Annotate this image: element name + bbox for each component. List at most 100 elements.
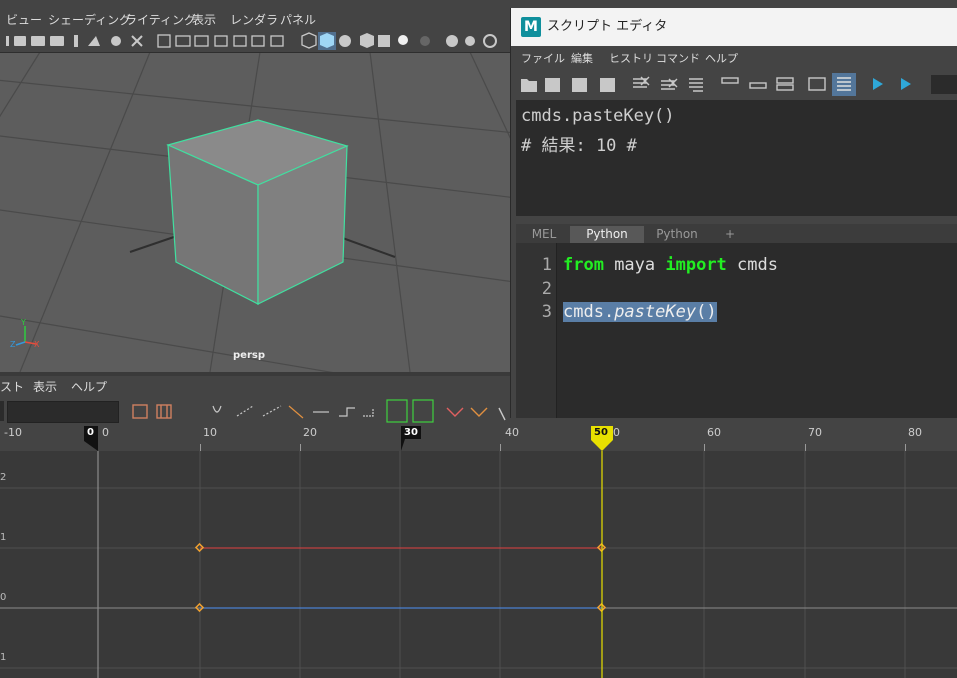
camera-select-icon[interactable] <box>14 36 26 46</box>
ruler-tick-label: 70 <box>808 426 822 439</box>
menu-file[interactable]: ファイル <box>521 48 565 70</box>
ruler-tick-label: 20 <box>303 426 317 439</box>
frame-playback-icon[interactable] <box>156 404 172 419</box>
menu-show[interactable]: 表示 <box>33 376 57 398</box>
menu-shading[interactable]: シェーディング <box>48 0 131 30</box>
history-pane[interactable]: cmds.pasteKey() # 結果: 10 # <box>516 100 957 216</box>
clamped-tangent-icon[interactable] <box>262 405 282 417</box>
linear-tangent-icon[interactable] <box>288 405 304 419</box>
clear-history-icon[interactable] <box>633 76 650 88</box>
step-tangent-icon[interactable] <box>339 407 355 417</box>
show-input-icon[interactable] <box>749 82 767 89</box>
motion-blur-icon[interactable] <box>465 36 475 46</box>
line-number: 2 <box>541 279 552 299</box>
script-editor-window[interactable]: M スクリプト エディタ ファイル 編集 ヒストリ コマンド ヘルプ cmds.… <box>510 8 957 418</box>
wireframe-icon[interactable] <box>301 32 317 49</box>
menu-show[interactable]: 表示 <box>192 0 216 30</box>
search-input[interactable] <box>7 401 119 423</box>
code-text: cmds. <box>563 302 615 322</box>
code-text: () <box>696 302 717 322</box>
break-tangents-icon[interactable] <box>386 399 408 423</box>
film-gate-icon[interactable] <box>175 35 191 47</box>
free-weight-icon[interactable] <box>446 407 464 417</box>
menu-history[interactable]: ヒストリ <box>609 48 653 70</box>
source-script-icon[interactable] <box>545 78 560 92</box>
safe-action-icon[interactable] <box>251 35 265 47</box>
spline-tangent-icon[interactable] <box>236 405 254 417</box>
grid-icon[interactable] <box>157 34 171 48</box>
save-script-icon[interactable] <box>572 78 587 92</box>
menu-panels[interactable]: パネル <box>280 0 316 30</box>
anti-aliasing-icon[interactable] <box>483 34 497 48</box>
window-title: スクリプト エディタ <box>547 19 668 34</box>
execute-selected-icon[interactable] <box>873 78 883 90</box>
menu-renderer[interactable]: レンダラ <box>230 0 278 30</box>
unify-tangents-icon[interactable] <box>412 399 434 423</box>
open-script-icon[interactable] <box>521 79 537 92</box>
camera-attributes-icon[interactable] <box>31 36 45 46</box>
viewport-panel[interactable]: Y X Z persp ビュー シェーディング ライティング 表示 レンダラ パ… <box>0 0 512 372</box>
script-editor-menubar: ファイル 編集 ヒストリ コマンド ヘルプ <box>511 48 957 70</box>
frame-all-icon[interactable] <box>132 404 148 419</box>
menu-list[interactable]: スト <box>0 376 24 398</box>
execute-all-icon[interactable] <box>901 78 911 90</box>
axis-x-label: X <box>34 340 40 349</box>
tab-add-button[interactable]: + <box>712 226 748 243</box>
ruler-tick-label: -10 <box>4 426 22 439</box>
cube-mesh[interactable] <box>0 0 512 372</box>
2d-pan-zoom-icon[interactable] <box>88 36 100 46</box>
echo-all-commands-icon[interactable] <box>808 77 826 91</box>
ambient-occlusion-icon[interactable] <box>446 35 458 47</box>
textured-icon[interactable] <box>378 35 390 47</box>
code-line-1[interactable]: from maya import cmds <box>563 255 778 275</box>
axis-z-label: Z <box>10 340 16 349</box>
show-both-icon[interactable] <box>776 77 794 84</box>
use-all-lights-icon[interactable] <box>398 35 408 45</box>
start-marker-label: 0 <box>87 427 94 438</box>
menu-edit[interactable]: 編集 <box>571 48 593 70</box>
clear-input-icon[interactable] <box>661 78 678 90</box>
menu-command[interactable]: コマンド <box>656 48 700 70</box>
script-tabs: MEL Python Python + <box>516 224 957 243</box>
line-number-gutter: 1 2 3 <box>516 243 557 418</box>
menu-help[interactable]: ヘルプ <box>705 48 738 70</box>
code-text: maya <box>603 255 666 275</box>
resolution-gate-icon[interactable] <box>194 35 209 47</box>
auto-tangent-icon[interactable] <box>212 405 222 413</box>
ruler-tick-label: 10 <box>203 426 217 439</box>
ruler-tick-label: 80 <box>908 426 922 439</box>
clear-all-icon[interactable] <box>689 78 703 92</box>
shadows-icon[interactable] <box>420 36 430 46</box>
step-next-tangent-icon[interactable] <box>363 408 374 417</box>
image-plane-icon[interactable] <box>74 35 78 47</box>
field-chart-icon[interactable] <box>233 35 247 47</box>
tab-python-active[interactable]: Python <box>570 226 644 243</box>
search-field-edge <box>0 401 4 421</box>
tab-mel[interactable]: MEL <box>524 226 564 243</box>
lock-weight-icon[interactable] <box>470 407 488 417</box>
menu-view[interactable]: ビュー <box>6 0 42 30</box>
menu-lighting[interactable]: ライティング <box>125 0 196 30</box>
gate-mask-icon[interactable] <box>214 35 228 47</box>
ruler-tick-label: 60 <box>707 426 721 439</box>
title-bar[interactable]: M スクリプト エディタ <box>511 8 957 46</box>
bookmark-icon[interactable] <box>50 36 64 46</box>
viewport-menubar: ビュー シェーディング ライティング 表示 レンダラ パネル <box>0 0 512 31</box>
smooth-shade-icon[interactable] <box>320 33 334 48</box>
move-icon[interactable] <box>131 35 143 47</box>
tab-python[interactable]: Python <box>644 226 710 243</box>
grease-pencil-icon[interactable] <box>111 36 121 46</box>
show-history-icon[interactable] <box>721 77 739 84</box>
default-material-icon[interactable] <box>339 35 351 47</box>
code-line-3-selected[interactable]: cmds.pasteKey() <box>563 302 717 322</box>
pane-splitter[interactable] <box>516 216 957 224</box>
save-to-shelf-icon[interactable] <box>600 78 615 92</box>
weighted-tangents-icon[interactable] <box>498 407 506 421</box>
graph-editor-canvas[interactable]: -10 0 10 20 40 60 70 80 0 30 50 0 2 1 0 … <box>0 426 957 678</box>
line-numbers-active-bg <box>832 73 856 96</box>
safe-title-icon[interactable] <box>270 35 284 47</box>
menu-help[interactable]: ヘルプ <box>71 376 107 398</box>
code-input-pane[interactable]: 1 2 3 from maya import cmds cmds.pasteKe… <box>516 243 957 418</box>
command-search-field[interactable] <box>931 75 957 94</box>
wireframe-on-shaded-icon[interactable] <box>360 33 374 48</box>
